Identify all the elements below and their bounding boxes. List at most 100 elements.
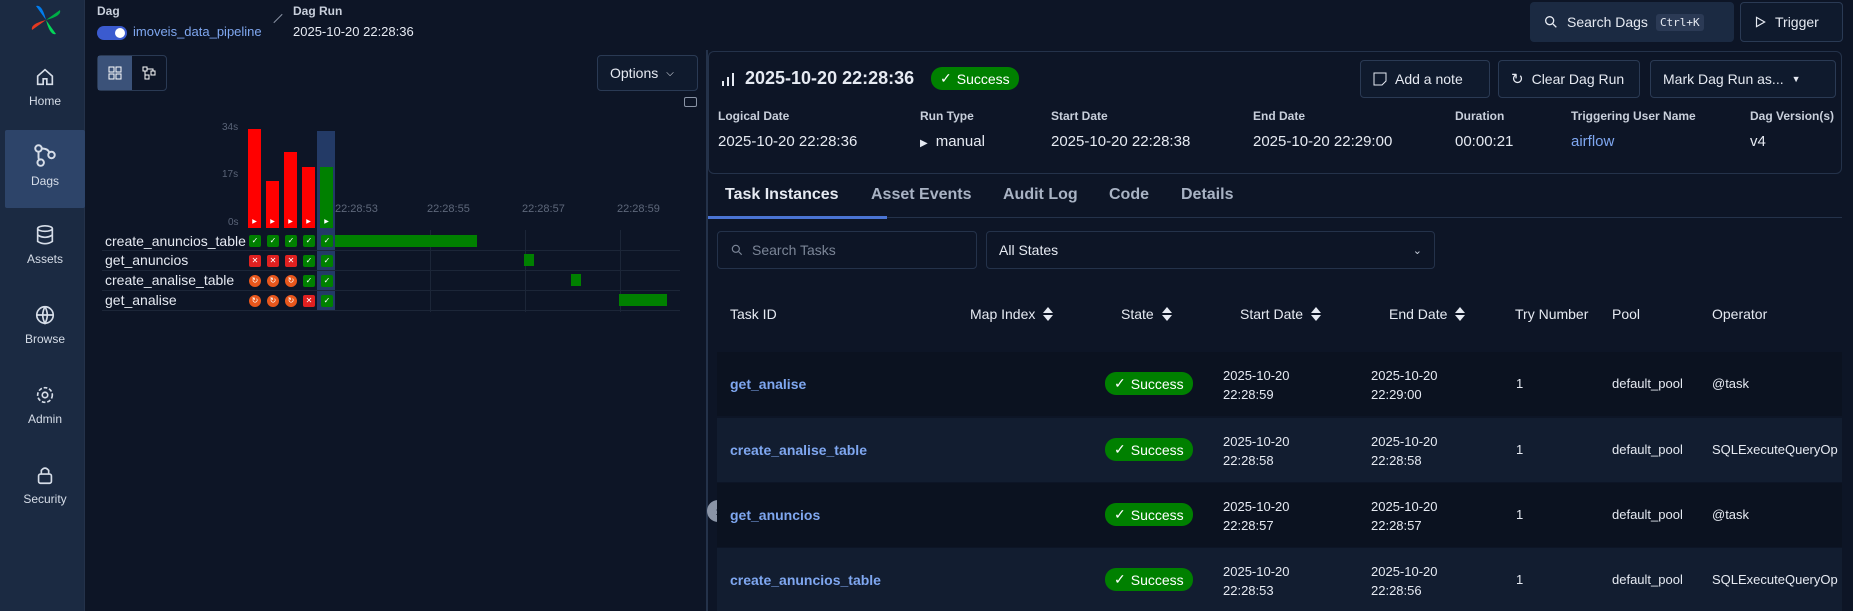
- chevron-down-icon: ⌄: [1412, 244, 1422, 257]
- end-date-cell: 2025-10-20 22:29:00: [1371, 366, 1438, 404]
- tab-audit-log[interactable]: Audit Log: [1003, 186, 1078, 204]
- task-upstream-failed-cell[interactable]: ↻: [285, 275, 297, 287]
- task-success-cell[interactable]: ✓: [267, 235, 279, 247]
- task-failed-cell[interactable]: ✕: [267, 255, 279, 267]
- sidebar-item-assets[interactable]: Assets: [5, 212, 85, 290]
- end-time: 22:28:57: [1371, 518, 1422, 533]
- task-upstream-failed-cell[interactable]: ↻: [267, 295, 279, 307]
- sidebar-item-home[interactable]: Home: [5, 52, 85, 130]
- status-badge-label: Success: [956, 70, 1010, 87]
- y-tick-label: 0s: [228, 217, 239, 228]
- airflow-logo[interactable]: [28, 2, 64, 38]
- task-id-link[interactable]: get_anuncios: [730, 507, 820, 523]
- column-header-map-index[interactable]: Map Index: [970, 306, 1054, 322]
- operator-cell: SQLExecuteQueryOp: [1712, 442, 1838, 457]
- task-success-cell[interactable]: ✓: [321, 235, 333, 247]
- sidebar-item-security[interactable]: Security: [5, 452, 85, 530]
- sidebar-item-dags[interactable]: Dags: [5, 130, 85, 208]
- task-failed-cell[interactable]: ✕: [303, 295, 315, 307]
- start-date-cell: 2025-10-20 22:28:58: [1223, 432, 1290, 470]
- task-id-link[interactable]: create_anuncios_table: [730, 572, 881, 588]
- dag-pause-toggle[interactable]: [97, 25, 127, 40]
- meta-value: v4: [1750, 133, 1766, 150]
- globe-icon: [35, 305, 55, 325]
- y-tick-label: 34s: [222, 122, 239, 133]
- gantt-bar-create-analise-table[interactable]: [571, 274, 581, 286]
- column-header-label: Pool: [1612, 306, 1641, 322]
- status-badge-label: Success: [1130, 375, 1184, 392]
- active-tab-indicator: [708, 216, 887, 219]
- meta-key: Start Date: [1051, 109, 1108, 123]
- meta-value: 2025-10-20 22:28:36: [718, 133, 858, 150]
- duration-bar[interactable]: [248, 129, 261, 228]
- sidebar-item-admin[interactable]: Admin: [5, 372, 85, 450]
- column-header-end-date[interactable]: End Date: [1389, 306, 1466, 322]
- column-header-pool[interactable]: Pool: [1612, 306, 1640, 322]
- tab-details[interactable]: Details: [1181, 186, 1233, 204]
- task-success-cell[interactable]: ✓: [303, 235, 315, 247]
- grid-task-name[interactable]: create_anuncios_table: [105, 233, 246, 249]
- status-badge: ✓ Success: [1105, 568, 1193, 591]
- time-tick-label: 22:28:59: [617, 203, 660, 215]
- mark-dag-run-button[interactable]: Mark Dag Run as... ▼: [1650, 60, 1836, 98]
- database-icon: [36, 225, 54, 245]
- sidebar-item-browse[interactable]: Browse: [5, 292, 85, 370]
- pool-cell: default_pool: [1612, 572, 1683, 587]
- start-time: 22:28:53: [1223, 583, 1274, 598]
- task-success-cell[interactable]: ✓: [321, 255, 333, 267]
- task-failed-cell[interactable]: ✕: [249, 255, 261, 267]
- grid-task-name[interactable]: get_analise: [105, 292, 177, 308]
- meta-value: 00:00:21: [1455, 133, 1514, 150]
- breadcrumb-dag: Dag imoveis_data_pipeline: [97, 4, 262, 40]
- graph-view-button[interactable]: [132, 56, 166, 90]
- start-date: 2025-10-20: [1223, 564, 1290, 579]
- meta-start-date: Start Date 2025-10-20 22:28:38: [1051, 109, 1190, 150]
- task-id-link[interactable]: create_analise_table: [730, 442, 867, 458]
- task-upstream-failed-cell[interactable]: ↻: [249, 295, 261, 307]
- column-header-start-date[interactable]: Start Date: [1240, 306, 1322, 322]
- gantt-bar-get-anuncios[interactable]: [524, 254, 534, 266]
- search-dags-button[interactable]: Search Dags Ctrl+K: [1530, 2, 1734, 42]
- column-header-state[interactable]: State: [1121, 306, 1172, 322]
- add-note-button[interactable]: Add a note: [1360, 60, 1490, 98]
- grid-task-name[interactable]: get_anuncios: [105, 252, 188, 268]
- column-header-try-number[interactable]: Try Number: [1515, 306, 1588, 322]
- task-success-cell[interactable]: ✓: [321, 275, 333, 287]
- gear-icon: [36, 386, 54, 404]
- grid-view-button[interactable]: [98, 56, 132, 90]
- task-id-link[interactable]: get_analise: [730, 376, 806, 392]
- search-tasks-input[interactable]: Search Tasks: [717, 231, 977, 269]
- task-upstream-failed-cell[interactable]: ↻: [249, 275, 261, 287]
- state-filter-select[interactable]: All States ⌄: [986, 231, 1435, 269]
- column-header-label: Try Number: [1515, 306, 1589, 322]
- task-success-cell[interactable]: ✓: [303, 255, 315, 267]
- try-number-cell: 1: [1516, 507, 1524, 522]
- status-badge: ✓ Success: [1105, 372, 1193, 395]
- start-date: 2025-10-20: [1223, 434, 1290, 449]
- tab-asset-events[interactable]: Asset Events: [871, 186, 972, 204]
- task-success-cell[interactable]: ✓: [321, 295, 333, 307]
- search-shortcut: Ctrl+K: [1655, 13, 1704, 31]
- task-upstream-failed-cell[interactable]: ↻: [267, 275, 279, 287]
- gantt-bar-create-anuncios-table[interactable]: [335, 235, 477, 247]
- options-button[interactable]: Options ⌵: [597, 55, 698, 91]
- task-failed-cell[interactable]: ✕: [285, 255, 297, 267]
- trigger-button[interactable]: Trigger: [1740, 2, 1843, 42]
- grid-task-name[interactable]: create_analise_table: [105, 272, 234, 288]
- state-filter-value: All States: [999, 242, 1059, 258]
- end-date-cell: 2025-10-20 22:28:57: [1371, 497, 1438, 535]
- column-header-operator[interactable]: Operator: [1712, 306, 1767, 322]
- task-success-cell[interactable]: ✓: [285, 235, 297, 247]
- clear-dag-run-button[interactable]: ↻ Clear Dag Run: [1498, 60, 1640, 98]
- keyboard-icon[interactable]: [684, 97, 697, 107]
- dag-name-link[interactable]: imoveis_data_pipeline: [133, 24, 262, 39]
- tab-task-instances[interactable]: Task Instances: [725, 186, 839, 204]
- task-success-cell[interactable]: ✓: [249, 235, 261, 247]
- meta-value-link[interactable]: airflow: [1571, 133, 1696, 150]
- tab-code[interactable]: Code: [1109, 186, 1149, 204]
- task-success-cell[interactable]: ✓: [303, 275, 315, 287]
- task-upstream-failed-cell[interactable]: ↻: [285, 295, 297, 307]
- gantt-bar-get-analise[interactable]: [619, 294, 667, 306]
- run-type-play-icon: ▶: [252, 219, 257, 225]
- column-header-task-id[interactable]: Task ID: [730, 306, 777, 322]
